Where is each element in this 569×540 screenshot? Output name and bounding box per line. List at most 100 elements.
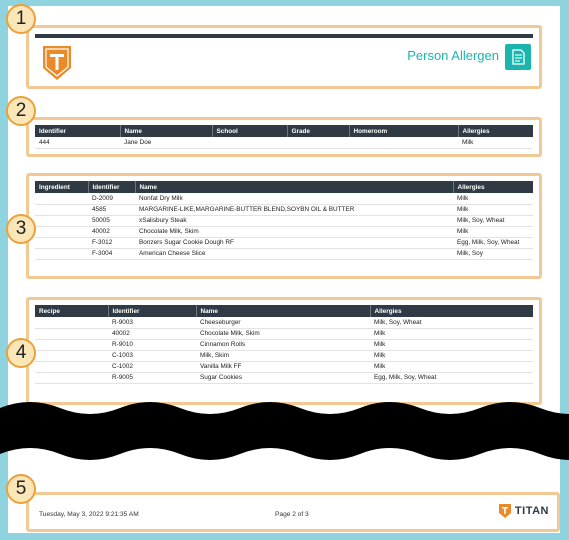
callout-3: 3 [6, 214, 36, 244]
ingredient-row-cell [35, 215, 88, 227]
ingredients-header-allergies: Allergies [453, 181, 533, 193]
recipe-row-cell: 40002 [108, 328, 196, 340]
recipe-row-cell: Milk [370, 361, 533, 373]
person-header-allergies: Allergies [458, 125, 533, 137]
person-table: Identifier Name School Grade Homeroom Allergi… [35, 125, 533, 149]
ingredient-row-cell: Milk [453, 226, 533, 238]
recipe-row-cell: R-9010 [108, 339, 196, 351]
recipe-row-cell: Egg, Milk, Soy, Wheat [370, 372, 533, 384]
recipes-header-recipe: Recipe [35, 305, 109, 317]
ingredient-row-cell: Chocolate Milk, Skim [135, 226, 453, 238]
recipe-row-cell [35, 361, 108, 373]
recipe-row: R-9003 Cheeseburger Milk, Soy, Wheat [35, 317, 533, 329]
person-section: Identifier Name School Grade Homeroom Allergi… [26, 117, 542, 157]
recipes-header-allergies: Allergies [370, 305, 533, 317]
report-footer-section: Tuesday, May 3, 2022 9:21:35 AM Page 2 o… [26, 492, 560, 532]
report-header-section: Person Allergen [26, 25, 542, 89]
callout-2: 2 [6, 96, 36, 126]
person-header-identifier: Identifier [35, 125, 121, 137]
recipe-row-cell: Chocolate Milk, Skim [196, 328, 370, 340]
person-header-name: Name [120, 125, 213, 137]
person-row-cell [212, 137, 287, 149]
recipes-section: Recipe Identifier Name Allergies R-9003 Chee… [26, 297, 542, 405]
person-row-cell [287, 137, 349, 149]
ingredient-row-cell: 50005 [88, 215, 135, 227]
ingredient-row-cell [35, 193, 88, 205]
ingredient-row-cell: Milk [453, 193, 533, 205]
ingredient-row-cell: Milk, Soy, Wheat [453, 215, 533, 227]
ingredients-section: Ingredient Identifier Name Allergies D-2009… [26, 173, 542, 279]
footer-date: Tuesday, May 3, 2022 9:21:35 AM [39, 511, 139, 518]
person-row-cell: 444 [35, 137, 120, 149]
ingredient-row: 4585 MARGARINE-LIKE,MARGARINE-BUTTER BLEN… [35, 204, 533, 216]
recipe-row-cell: Cinnamon Rolls [196, 339, 370, 351]
ingredient-row-cell: MARGARINE-LIKE,MARGARINE-BUTTER BLEND,SO… [135, 204, 453, 216]
ingredient-row-cell: Milk, Soy [453, 248, 533, 260]
callout-5: 5 [6, 474, 36, 504]
report-title: Person Allergen [407, 48, 499, 63]
ingredient-row-cell: American Cheese Slice [135, 248, 453, 260]
ingredient-row-cell [35, 237, 88, 249]
person-row: 444 Jane Doe Milk [35, 137, 533, 149]
ingredient-row-cell: 4585 [88, 204, 135, 216]
titan-footer-logo: TITAN [498, 503, 549, 519]
ingredient-row-cell: xSalisbury Steak [135, 215, 453, 227]
recipes-header-identifier: Identifier [108, 305, 197, 317]
recipe-row-cell: R-9003 [108, 317, 196, 329]
shield-t-logo-icon [43, 46, 71, 80]
person-header-school: School [212, 125, 288, 137]
ingredient-row-cell: Milk [453, 204, 533, 216]
recipe-row-cell: Milk [370, 328, 533, 340]
person-row-cell [349, 137, 458, 149]
recipe-row-cell: Milk [370, 350, 533, 362]
person-header-grade: Grade [287, 125, 350, 137]
ingredient-row: 50005 xSalisbury Steak Milk, Soy, Wheat [35, 215, 533, 227]
ingredients-header-name: Name [135, 181, 454, 193]
recipe-row: R-9010 Cinnamon Rolls Milk [35, 339, 533, 351]
ingredient-row: 40002 Chocolate Milk, Skim Milk [35, 226, 533, 238]
shield-logo-icon [498, 504, 511, 518]
recipe-row-cell: Milk [370, 339, 533, 351]
person-row-cell: Milk [458, 137, 533, 149]
ingredient-row-cell [35, 248, 88, 260]
recipe-row-cell [35, 372, 108, 384]
recipes-header-name: Name [196, 305, 371, 317]
recipe-row-cell [35, 350, 108, 362]
recipe-row-cell: Cheeseburger [196, 317, 370, 329]
ingredient-row-cell: F-3004 [88, 248, 135, 260]
ingredients-table: Ingredient Identifier Name Allergies D-2009… [35, 181, 533, 260]
footer-logo-text: TITAN [514, 505, 549, 517]
recipe-row-cell: R-9005 [108, 372, 196, 384]
recipe-row-cell: Vanilla Milk FF [196, 361, 370, 373]
ingredient-row-cell [35, 204, 88, 216]
person-row-cell: Jane Doe [120, 137, 212, 149]
recipe-row-cell [35, 328, 108, 340]
ingredient-row-cell: Egg, Milk, Soy, Wheat [453, 237, 533, 249]
recipe-row-cell: Sugar Cookies [196, 372, 370, 384]
recipe-row-cell: Milk, Soy, Wheat [370, 317, 533, 329]
recipe-row: R-9005 Sugar Cookies Egg, Milk, Soy, Wheat [35, 372, 533, 384]
ingredient-row-cell: Nonfat Dry Milk [135, 193, 453, 205]
ingredient-row-cell: 40002 [88, 226, 135, 238]
ingredient-row: D-2009 Nonfat Dry Milk Milk [35, 193, 533, 205]
recipe-row-cell: C-1003 [108, 350, 196, 362]
callout-4: 4 [6, 338, 36, 368]
ingredients-header-identifier: Identifier [88, 181, 136, 193]
recipes-table: Recipe Identifier Name Allergies R-9003 Chee… [35, 305, 533, 384]
recipe-row-cell [35, 317, 108, 329]
ingredient-row-cell: F-3012 [88, 237, 135, 249]
report-document-icon[interactable] [505, 44, 531, 70]
recipe-row: 40002 Chocolate Milk, Skim Milk [35, 328, 533, 340]
callout-1: 1 [6, 4, 36, 34]
ingredient-row: F-3012 Bonzers Sugar Cookie Dough RF Egg, … [35, 237, 533, 249]
recipe-row: C-1003 Milk, Skim Milk [35, 350, 533, 362]
person-header-homeroom: Homeroom [349, 125, 459, 137]
ingredients-header-ingredient: Ingredient [35, 181, 89, 193]
header-divider [35, 34, 533, 38]
recipe-row: C-1002 Vanilla Milk FF Milk [35, 361, 533, 373]
page-break-wave [0, 402, 569, 460]
footer-page-number: Page 2 of 3 [275, 511, 309, 518]
recipe-row-cell: Milk, Skim [196, 350, 370, 362]
ingredient-row-cell: Bonzers Sugar Cookie Dough RF [135, 237, 453, 249]
recipe-row-cell: C-1002 [108, 361, 196, 373]
